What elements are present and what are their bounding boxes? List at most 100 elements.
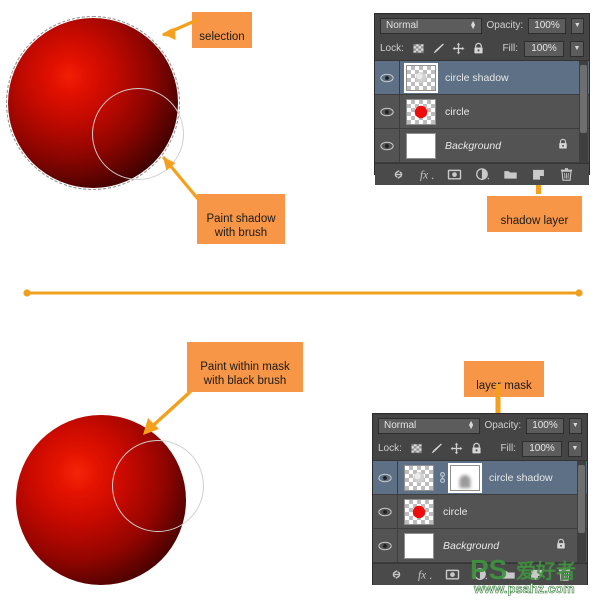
- layer-thumbnail-art: [405, 500, 433, 524]
- layers-panel-top[interactable]: Normal▲▼Opacity:100%▼Lock:Fill:100%▼circ…: [374, 13, 590, 175]
- layer-locked-icon: [555, 537, 567, 555]
- link-layers-icon[interactable]: [389, 567, 404, 582]
- fill-label: Fill:: [500, 443, 516, 454]
- layer-visibility-toggle[interactable]: [375, 61, 400, 94]
- layer-mask-thumbnail[interactable]: [450, 465, 480, 491]
- opacity-label: Opacity:: [485, 420, 522, 431]
- layer-row[interactable]: circle shadow: [375, 61, 589, 95]
- screenshot-canvas: selection Paint shadow with brush shadow…: [0, 0, 600, 600]
- callout-paint-within-mask-label: Paint within mask with black brush: [200, 361, 289, 387]
- layer-thumbnail[interactable]: [404, 533, 434, 559]
- brush-lock-icon[interactable]: [432, 42, 445, 55]
- brush-lock-icon[interactable]: [430, 442, 443, 455]
- blend-mode-select[interactable]: Normal▲▼: [378, 418, 480, 434]
- lock-icon-group: [412, 42, 485, 55]
- layer-thumbnail-art: [407, 66, 435, 90]
- layer-thumbnail[interactable]: [406, 99, 436, 125]
- lock-row: Lock: Fill: 100% ▼: [375, 37, 589, 61]
- blend-mode-stepper-icon[interactable]: ▲▼: [470, 22, 477, 30]
- layer-style-fx-icon[interactable]: fx: [419, 167, 434, 182]
- fill-value-field[interactable]: 100%: [524, 41, 564, 57]
- layer-row[interactable]: Background: [375, 129, 589, 163]
- opacity-value-field[interactable]: 100%: [528, 18, 566, 34]
- layer-thumbnail-art: [407, 100, 435, 124]
- callout-selection-label: selection: [199, 31, 244, 43]
- svg-text:fx: fx: [417, 570, 425, 582]
- layer-name: circle shadow: [489, 472, 553, 484]
- callout-shadow-layer-label: shadow layer: [501, 215, 569, 227]
- blend-mode-row: Normal ▲▼ Opacity: 100% ▼: [375, 14, 589, 37]
- layer-name: circle shadow: [445, 72, 509, 84]
- move-lock-icon[interactable]: [452, 42, 465, 55]
- arrow-to-selection: [150, 14, 202, 46]
- layers-scrollbar-thumb[interactable]: [578, 465, 585, 533]
- site-watermark: PS 爱好者 www.psahz.com: [468, 553, 600, 599]
- blend-mode-select[interactable]: Normal ▲▼: [380, 18, 482, 34]
- layer-thumbnail[interactable]: [406, 65, 436, 91]
- lock-all-icon[interactable]: [472, 42, 485, 55]
- fill-dropdown-icon[interactable]: ▼: [570, 41, 584, 57]
- layer-thumbnail[interactable]: [404, 465, 434, 491]
- layer-visibility-toggle[interactable]: [375, 129, 400, 162]
- callout-paint-within-mask: Paint within mask with black brush: [187, 342, 303, 392]
- layer-thumbnail[interactable]: [406, 133, 436, 159]
- blend-mode-value: Normal: [386, 20, 418, 31]
- lock-row: Lock: Fill: 100% ▼: [373, 437, 587, 461]
- lock-icon-group: [410, 442, 483, 455]
- lock-label: Lock:: [380, 43, 404, 54]
- opacity-dropdown-icon[interactable]: ▼: [569, 418, 582, 434]
- layer-visibility-toggle[interactable]: [373, 529, 398, 562]
- layer-thumbnail-art: [407, 134, 435, 158]
- panel-bottom-toolbar: fx: [375, 163, 589, 185]
- layer-visibility-toggle[interactable]: [373, 461, 398, 494]
- brush-cursor-circle-bottom: [112, 440, 204, 532]
- fill-dropdown-icon[interactable]: ▼: [568, 441, 582, 457]
- opacity-dropdown-icon[interactable]: ▼: [571, 18, 584, 34]
- lock-all-icon[interactable]: [470, 442, 483, 455]
- layer-locked-icon: [557, 137, 569, 155]
- layer-row[interactable]: circle: [373, 495, 587, 529]
- svg-text:www.psahz.com: www.psahz.com: [473, 581, 575, 596]
- layer-name: circle: [445, 106, 470, 118]
- opacity-label: Opacity:: [487, 20, 524, 31]
- arrow-to-brush-area-top: [150, 152, 210, 204]
- layer-mask-art: [451, 466, 479, 490]
- callout-shadow-layer: shadow layer: [487, 196, 582, 232]
- layer-name: circle: [443, 506, 468, 518]
- transparency-lock-icon[interactable]: [412, 42, 425, 55]
- arrow-to-mask-paint-area: [128, 386, 198, 442]
- layers-scrollbar[interactable]: [579, 61, 588, 163]
- layer-name: Background: [445, 140, 501, 152]
- layer-list: circle shadow circle Background: [373, 461, 587, 563]
- layer-thumbnail-art: [405, 534, 433, 558]
- layer-row[interactable]: circle shadow: [373, 461, 587, 495]
- callout-paint-shadow: Paint shadow with brush: [197, 194, 285, 244]
- lock-label: Lock:: [378, 443, 402, 454]
- layers-scrollbar[interactable]: [577, 461, 586, 563]
- delete-layer-icon[interactable]: [559, 167, 574, 182]
- fill-label: Fill:: [502, 43, 518, 54]
- link-layers-icon[interactable]: [391, 167, 406, 182]
- move-lock-icon[interactable]: [450, 442, 463, 455]
- layer-thumbnail[interactable]: [404, 499, 434, 525]
- mask-link-icon[interactable]: [437, 471, 448, 484]
- layer-visibility-toggle[interactable]: [373, 495, 398, 528]
- layer-list: circle shadow circle Background: [375, 61, 589, 163]
- layer-row[interactable]: circle: [375, 95, 589, 129]
- blend-mode-stepper-icon[interactable]: ▲▼: [468, 422, 475, 430]
- opacity-value-field[interactable]: 100%: [526, 418, 564, 434]
- fill-value-field[interactable]: 100%: [522, 441, 562, 457]
- add-mask-icon[interactable]: [445, 567, 460, 582]
- layer-visibility-toggle[interactable]: [375, 95, 400, 128]
- new-layer-icon[interactable]: [531, 167, 546, 182]
- add-mask-icon[interactable]: [447, 167, 462, 182]
- adjustment-layer-icon[interactable]: [475, 167, 490, 182]
- callout-paint-shadow-label: Paint shadow with brush: [206, 213, 275, 239]
- new-group-icon[interactable]: [503, 167, 518, 182]
- layer-style-fx-icon[interactable]: fx: [417, 567, 432, 582]
- transparency-lock-icon[interactable]: [410, 442, 423, 455]
- svg-text:fx: fx: [419, 170, 427, 182]
- svg-text:爱好者: 爱好者: [516, 559, 576, 583]
- layers-scrollbar-thumb[interactable]: [580, 65, 587, 133]
- layer-name: Background: [443, 540, 499, 552]
